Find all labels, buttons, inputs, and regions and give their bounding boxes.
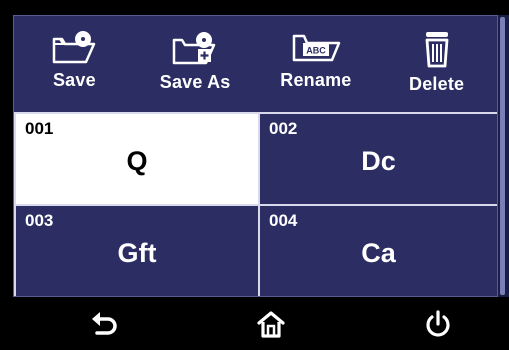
memory-slot-002[interactable]: 002 Dc — [258, 112, 497, 204]
trash-can-icon — [420, 30, 454, 68]
slot-number: 004 — [269, 211, 298, 230]
slot-name: Dc — [361, 146, 396, 176]
slot-number: 003 — [25, 211, 54, 230]
delete-button[interactable]: Delete — [376, 16, 497, 112]
rename-label: Rename — [280, 70, 352, 90]
memory-slot-grid: 001 Q 002 Dc 003 Gft 004 Ca — [14, 112, 497, 296]
rename-icon-text: ABC — [306, 46, 326, 56]
rename-button[interactable]: ABC Rename — [256, 16, 377, 112]
slot-number: 001 — [25, 119, 54, 138]
back-arrow-icon — [88, 312, 120, 344]
power-button[interactable] — [422, 308, 454, 340]
save-label: Save — [52, 70, 96, 90]
save-as-button[interactable]: Save As — [135, 16, 256, 112]
slot-name: Gft — [117, 238, 157, 268]
power-icon — [422, 310, 454, 344]
bottom-nav-bar — [0, 297, 509, 350]
save-icon — [50, 30, 98, 64]
delete-label: Delete — [409, 74, 465, 94]
slot-name: Q — [126, 146, 148, 176]
file-manager-screen: Save Save As ABC Rename Delete 001 Q 002… — [0, 0, 509, 350]
memory-slot-001[interactable]: 001 Q — [14, 112, 258, 204]
rename-icon: ABC — [289, 30, 343, 64]
save-button[interactable]: Save — [14, 16, 135, 112]
back-button[interactable] — [88, 308, 120, 340]
home-button[interactable] — [255, 308, 287, 340]
save-as-icon — [170, 30, 220, 66]
slot-number: 002 — [269, 119, 298, 138]
scrollbar-thumb[interactable] — [500, 17, 505, 295]
memory-slot-003[interactable]: 003 Gft — [14, 204, 258, 296]
slot-name: Ca — [361, 238, 396, 268]
memory-slot-004[interactable]: 004 Ca — [258, 204, 497, 296]
home-icon — [255, 311, 287, 344]
toolbar: Save Save As ABC Rename Delete — [14, 16, 497, 112]
save-as-label: Save As — [159, 72, 231, 92]
